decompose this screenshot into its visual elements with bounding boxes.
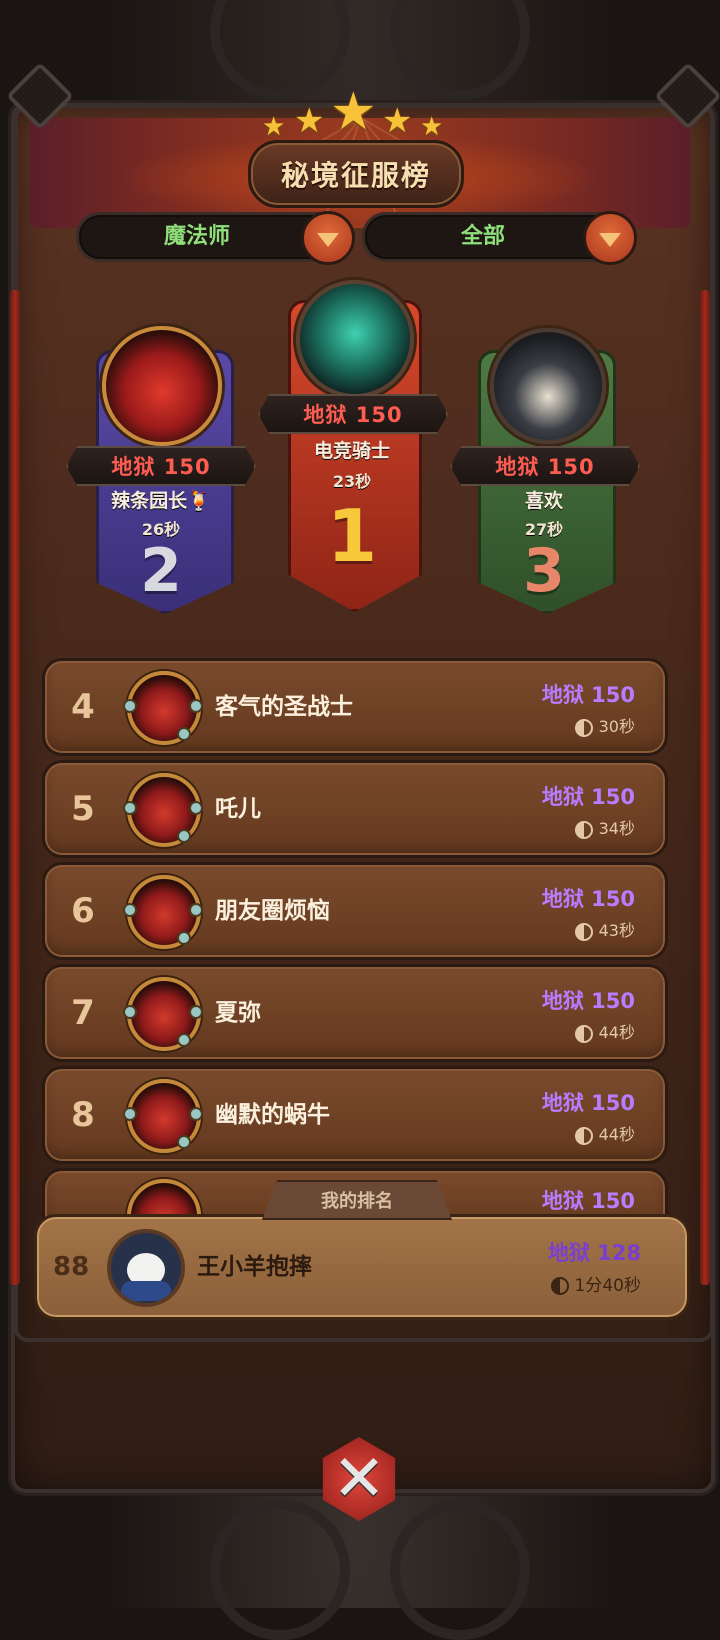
star-icon: ★ (262, 112, 286, 142)
row-score: 地狱 150 (541, 1091, 635, 1115)
row-rank: 5 (71, 789, 95, 829)
row-rank: 8 (71, 1095, 95, 1135)
row-time: 30秒 (574, 713, 635, 737)
page-title: 秘境征服榜 (280, 159, 431, 192)
row-score: 地狱 150 (541, 683, 635, 707)
podium-score: 地狱 150 (111, 455, 211, 479)
podium-player-name: 辣条园长🍹 (111, 490, 211, 512)
row-player-name: 幽默的蜗牛 (215, 1102, 330, 1128)
avatar (107, 1229, 185, 1307)
podium-rank-number: 3 (523, 536, 565, 606)
chevron-down-icon (317, 233, 339, 247)
close-button[interactable]: ✕ (300, 1420, 418, 1538)
row-rank: 7 (71, 993, 95, 1033)
clock-icon (574, 820, 593, 839)
podium-player-name: 电竞骑士 (313, 440, 390, 462)
star-icon: ★ (294, 101, 325, 141)
title-plate: 秘境征服榜 (248, 140, 464, 208)
list-item[interactable]: 7 夏弥 地狱 150 44秒 (42, 964, 668, 1062)
podium-score-ribbon: 地狱 150 (66, 446, 256, 486)
clock-icon (574, 1024, 593, 1043)
star-icon: ★ (330, 82, 377, 142)
right-rail (700, 290, 710, 1285)
avatar (296, 280, 414, 398)
my-score: 地狱 128 (547, 1241, 641, 1265)
left-rail (10, 290, 20, 1285)
row-player-name: 夏弥 (215, 1000, 261, 1026)
podium-rank-number: 2 (140, 536, 182, 606)
my-player-name: 王小羊抱摔 (197, 1254, 312, 1280)
clock-icon (550, 1277, 569, 1295)
my-rank-tab: 我的排名 (262, 1180, 452, 1220)
my-rank-number: 88 (53, 1252, 90, 1282)
podium-rank-number: 1 (326, 494, 378, 578)
row-player-name: 吒儿 (215, 796, 261, 822)
avatar (123, 773, 203, 847)
podium-score-ribbon: 地狱 150 (258, 394, 448, 434)
star-icon: ★ (382, 101, 413, 141)
chevron-down-icon (599, 233, 621, 247)
avatar (123, 1079, 203, 1153)
list-item[interactable]: 5 吒儿 地狱 150 34秒 (42, 760, 668, 858)
avatar (123, 875, 203, 949)
podium-score-ribbon: 地狱 150 (450, 446, 640, 486)
avatar (123, 671, 203, 745)
scope-filter-dropdown[interactable]: 全部 (362, 211, 637, 265)
list-item[interactable]: 8 幽默的蜗牛 地狱 150 44秒 (42, 1066, 668, 1164)
my-time: 1分40秒 (550, 1271, 641, 1296)
class-filter-dropdown[interactable]: 魔法师 (76, 211, 355, 265)
my-rank-label: 我的排名 (321, 1191, 393, 1212)
scope-filter-button[interactable] (583, 211, 637, 265)
podium-time: 23秒 (332, 472, 372, 491)
row-rank: 6 (71, 891, 95, 931)
avatar (490, 328, 606, 444)
row-player-name: 朋友圈烦恼 (215, 898, 330, 924)
row-time: 44秒 (574, 1019, 635, 1043)
avatar (123, 977, 203, 1051)
close-icon: ✕ (322, 1437, 396, 1521)
class-filter-button[interactable] (301, 211, 355, 265)
scope-filter-label: 全部 (460, 224, 505, 249)
star-icon: ★ (420, 112, 444, 142)
row-score: 地狱 150 (541, 785, 635, 809)
podium-score: 地狱 150 (303, 403, 403, 427)
row-time: 34秒 (574, 815, 635, 839)
my-rank-row[interactable]: 88 王小羊抱摔 地狱 128 1分40秒 (34, 1214, 690, 1320)
avatar (102, 326, 222, 446)
clock-icon (574, 922, 593, 941)
list-item[interactable]: 6 朋友圈烦恼 地狱 150 43秒 (42, 862, 668, 960)
class-filter-label: 魔法师 (163, 224, 230, 249)
row-score: 地狱 150 (541, 1189, 635, 1213)
row-score: 地狱 150 (541, 887, 635, 911)
row-score: 地狱 150 (541, 989, 635, 1013)
row-rank: 4 (71, 687, 95, 727)
clock-icon (574, 1126, 593, 1145)
row-time: 43秒 (574, 917, 635, 941)
row-time: 44秒 (574, 1121, 635, 1145)
podium-player-name: 喜欢 (524, 490, 563, 512)
podium-score: 地狱 150 (495, 455, 595, 479)
row-player-name: 客气的圣战士 (215, 694, 353, 720)
list-item[interactable]: 4 客气的圣战士 地狱 150 30秒 (42, 658, 668, 756)
clock-icon (574, 718, 593, 737)
